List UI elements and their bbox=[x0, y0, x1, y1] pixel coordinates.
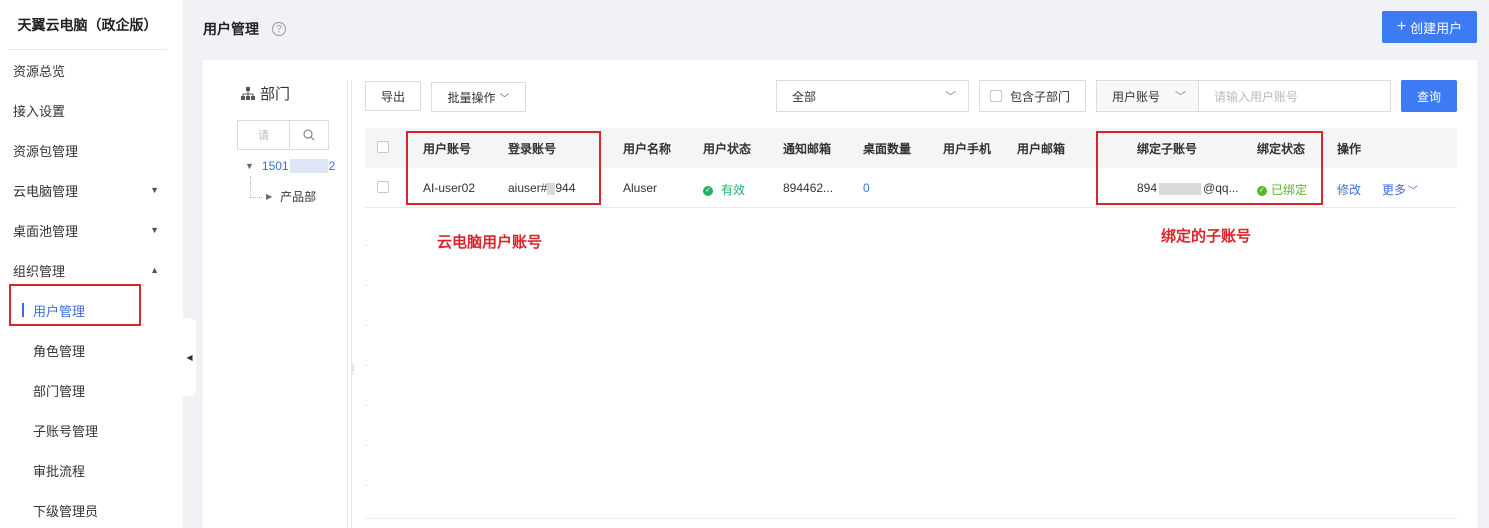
search-field-value: 用户账号 bbox=[1112, 89, 1161, 104]
nav-item-roles[interactable]: 角色管理 bbox=[0, 330, 183, 370]
col-header-email: 用户邮箱 bbox=[1017, 142, 1066, 156]
more-label: 更多 bbox=[1382, 183, 1407, 197]
divider-dot bbox=[365, 445, 367, 446]
sidebar-collapse-toggle[interactable]: ◀ bbox=[183, 318, 196, 396]
divider-dot bbox=[365, 485, 367, 486]
nav-label: 桌面池管理 bbox=[13, 223, 79, 239]
tree-connector bbox=[250, 176, 262, 198]
nav-label: 资源总览 bbox=[13, 63, 66, 79]
cell-name: Aluser bbox=[623, 181, 658, 195]
nav-item-approval-flow[interactable]: 审批流程 bbox=[0, 450, 183, 490]
caret-left-icon: ◀ bbox=[186, 352, 193, 362]
nav-item-overview[interactable]: 资源总览 bbox=[0, 50, 183, 90]
annotation-box-sub-account bbox=[1096, 131, 1323, 205]
search-icon[interactable] bbox=[290, 121, 328, 149]
expand-right-icon[interactable]: ▶ bbox=[266, 192, 272, 201]
nav-item-departments[interactable]: 部门管理 bbox=[0, 370, 183, 410]
status-filter-select[interactable]: 全部 ﹀ bbox=[776, 80, 969, 112]
pane-divider bbox=[347, 80, 348, 528]
org-tree-icon bbox=[241, 87, 255, 100]
expand-down-icon[interactable]: ▼ bbox=[245, 161, 254, 171]
divider-dot bbox=[365, 405, 367, 406]
nav-item-sub-admins[interactable]: 下级管理员 bbox=[0, 490, 183, 528]
select-all-checkbox[interactable] bbox=[377, 141, 389, 153]
nav-item-resource-packages[interactable]: 资源包管理 bbox=[0, 130, 183, 170]
nav-item-access-settings[interactable]: 接入设置 bbox=[0, 90, 183, 130]
col-header-actions: 操作 bbox=[1337, 142, 1362, 156]
divider-dot bbox=[365, 365, 367, 366]
chevron-down-icon: ﹀ bbox=[1408, 186, 1419, 197]
pane-divider bbox=[351, 80, 352, 528]
check-circle-icon: ✓ bbox=[703, 185, 713, 196]
edit-link[interactable]: 修改 bbox=[1337, 181, 1361, 198]
status-label: 有效 bbox=[721, 183, 746, 197]
annotation-account-note: 云电脑用户账号 bbox=[437, 234, 543, 251]
dept-tree-child[interactable]: ▶ 产品部 bbox=[266, 188, 316, 205]
search-field-select[interactable]: 用户账号 ﹀ bbox=[1096, 80, 1199, 112]
create-user-label: 创建用户 bbox=[1410, 20, 1463, 36]
col-header-notify-email: 通知邮箱 bbox=[783, 142, 832, 156]
include-subdept-checkbox[interactable]: 包含子部门 bbox=[979, 80, 1086, 112]
caret-down-icon: ▼ bbox=[150, 185, 159, 195]
col-header-name: 用户名称 bbox=[623, 142, 672, 156]
nav-item-desktop-pool[interactable]: 桌面池管理 ▼ bbox=[0, 210, 183, 250]
dept-child-label: 产品部 bbox=[280, 190, 317, 204]
row-checkbox[interactable] bbox=[377, 181, 389, 193]
nav-label: 组织管理 bbox=[13, 263, 66, 279]
nav-label: 下级管理员 bbox=[33, 503, 99, 519]
divider-dot bbox=[365, 325, 367, 326]
nav-label: 资源包管理 bbox=[13, 143, 79, 159]
account-search-input[interactable]: 请输入用户账号 bbox=[1199, 80, 1391, 112]
dept-tree-root[interactable]: ▼ 1501 2 bbox=[245, 159, 335, 173]
col-header-status: 用户状态 bbox=[703, 142, 752, 156]
dept-root-suffix: 2 bbox=[328, 159, 336, 173]
annotation-box-user-management bbox=[9, 284, 141, 326]
nav-label: 角色管理 bbox=[33, 343, 86, 359]
cell-desktops-link[interactable]: 0 bbox=[863, 181, 870, 195]
query-button[interactable]: 查询 bbox=[1401, 80, 1457, 112]
checkbox-icon[interactable] bbox=[990, 90, 1002, 102]
batch-operations-label: 批量操作 bbox=[447, 90, 496, 105]
chevron-down-icon: ﹀ bbox=[499, 93, 510, 105]
page-title: 用户管理 bbox=[203, 21, 259, 37]
status-filter-value: 全部 bbox=[792, 89, 817, 104]
col-header-phone: 用户手机 bbox=[943, 142, 992, 156]
nav-label: 审批流程 bbox=[33, 463, 86, 479]
resize-grip-icon[interactable]: ⋮ ⋮ bbox=[349, 363, 357, 375]
chevron-down-icon: ﹀ bbox=[945, 91, 956, 103]
dept-root-prefix: 1501 bbox=[261, 159, 289, 173]
divider-dot bbox=[365, 245, 367, 246]
nav-item-cloud-pc[interactable]: 云电脑管理 ▼ bbox=[0, 170, 183, 210]
nav-label: 子账号管理 bbox=[33, 423, 99, 439]
annotation-box-accounts bbox=[406, 131, 601, 205]
nav-item-sub-accounts[interactable]: 子账号管理 bbox=[0, 410, 183, 450]
plus-icon: + bbox=[1396, 18, 1407, 35]
nav-label: 接入设置 bbox=[13, 103, 66, 119]
dept-search-input[interactable]: 请 bbox=[238, 121, 290, 149]
brand-title: 天翼云电脑（政企版） bbox=[8, 0, 167, 50]
nav-label: 部门管理 bbox=[33, 383, 86, 399]
help-icon[interactable]: ? bbox=[272, 22, 286, 36]
cell-status: ✓ 有效 bbox=[703, 181, 745, 198]
dept-search: 请 bbox=[237, 120, 329, 150]
annotation-sub-account-note: 绑定的子账号 bbox=[1161, 228, 1252, 245]
nav-label: 云电脑管理 bbox=[13, 183, 79, 199]
dept-tree-title: 部门 bbox=[241, 83, 290, 104]
caret-down-icon: ▼ bbox=[150, 225, 159, 235]
redacted-block bbox=[289, 159, 328, 173]
chevron-down-icon: ﹀ bbox=[1175, 91, 1186, 103]
sidebar: 天翼云电脑（政企版） 资源总览 接入设置 资源包管理 云电脑管理 ▼ 桌面池管理 ▼… bbox=[0, 0, 183, 528]
caret-up-icon: ▲ bbox=[150, 265, 159, 275]
divider-dot bbox=[365, 285, 367, 286]
create-user-button[interactable]: + 创建用户 bbox=[1382, 11, 1477, 43]
export-button[interactable]: 导出 bbox=[365, 81, 421, 111]
batch-operations-dropdown[interactable]: 批量操作 ﹀ bbox=[431, 82, 526, 112]
col-header-desktops: 桌面数量 bbox=[863, 142, 912, 156]
include-subdept-label: 包含子部门 bbox=[1010, 89, 1071, 104]
dept-title-label: 部门 bbox=[260, 86, 291, 103]
cell-notify-email: 894462... bbox=[783, 181, 834, 195]
more-actions-dropdown[interactable]: 更多 ﹀ bbox=[1382, 181, 1418, 198]
table-bottom-border bbox=[365, 518, 1457, 519]
